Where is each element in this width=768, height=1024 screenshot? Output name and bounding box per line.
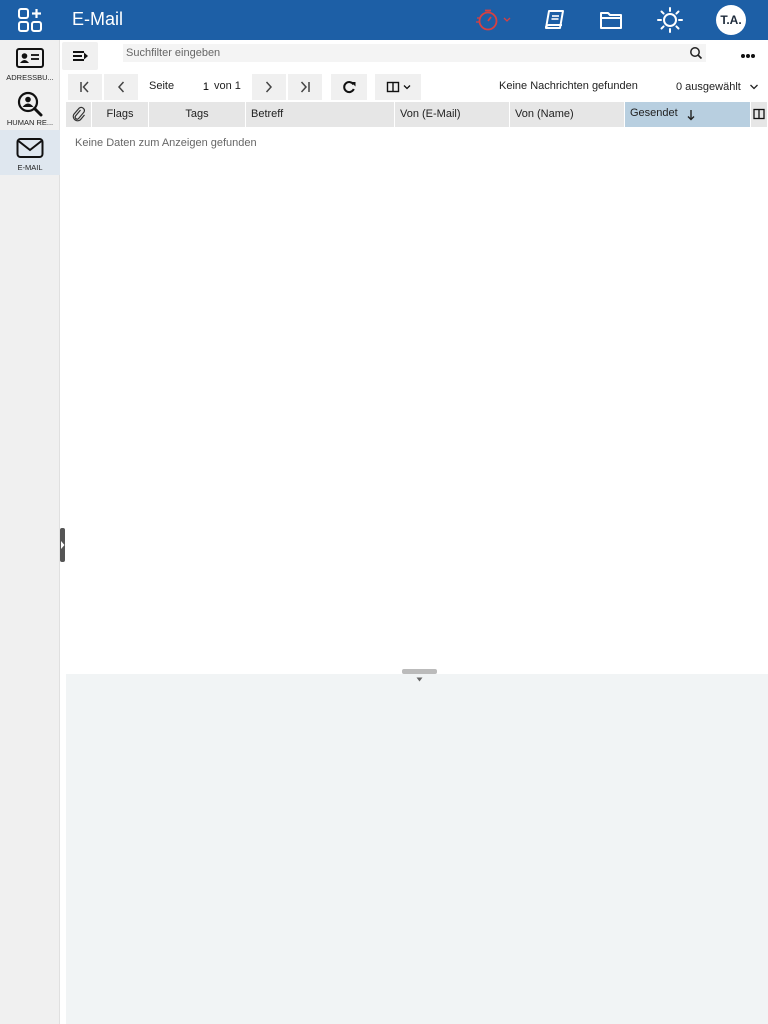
search-icon[interactable] [689, 46, 703, 60]
empty-message: Keine Daten zum Anzeigen gefunden [75, 137, 257, 149]
column-sent[interactable]: Gesendet [625, 102, 751, 127]
sidebar-item-label: E-MAIL [17, 163, 43, 172]
sidebar-item-addressbook[interactable]: ADRESSBU... [0, 40, 60, 85]
preview-resize-handle[interactable] [402, 669, 437, 682]
search-filter [123, 44, 706, 62]
caret-down-icon [416, 677, 423, 682]
sidebar-collapse-handle[interactable] [60, 528, 65, 562]
message-grid: Flags Tags Betreff Von (E-Mail) Von (Nam… [66, 102, 768, 674]
sort-descending-icon [687, 110, 695, 121]
column-chooser-button[interactable] [375, 74, 421, 100]
column-attachment[interactable] [66, 102, 92, 127]
app-header: E-Mail T.A. [0, 0, 768, 40]
column-from-email[interactable]: Von (E-Mail) [395, 102, 510, 127]
status-text: Keine Nachrichten gefunden [499, 80, 638, 92]
first-page-button[interactable] [68, 74, 102, 100]
sun-icon[interactable] [657, 7, 683, 33]
last-page-button[interactable] [288, 74, 322, 100]
column-subject[interactable]: Betreff [246, 102, 395, 127]
next-page-button[interactable] [252, 74, 286, 100]
page-number-input[interactable] [176, 78, 212, 96]
preview-pane [66, 674, 768, 1024]
column-sent-label: Gesendet [630, 107, 678, 119]
ellipsis-icon [741, 54, 755, 58]
last-page-icon [300, 81, 310, 93]
chevron-right-icon [265, 81, 273, 93]
column-picker[interactable] [751, 102, 768, 127]
sidebar: ADRESSBU... HUMAN RE... E-MAIL [0, 40, 60, 1024]
envelope-icon [16, 138, 44, 158]
chevron-left-icon [117, 81, 125, 93]
selection-dropdown[interactable]: 0 ausgewählt [648, 74, 766, 100]
column-from-name[interactable]: Von (Name) [510, 102, 625, 127]
sidebar-item-label: ADRESSBU... [6, 73, 54, 82]
timer-icon[interactable] [476, 7, 516, 33]
page-label: Seite [149, 80, 175, 92]
chevron-down-icon [750, 84, 758, 90]
sidebar-item-email[interactable]: E-MAIL [0, 130, 60, 175]
caret-right-icon [61, 541, 65, 549]
columns-icon [386, 81, 411, 93]
more-options-button[interactable] [730, 42, 766, 70]
list-arrow-icon [73, 51, 88, 61]
selection-count: 0 ausgewählt [676, 81, 741, 93]
refresh-button[interactable] [331, 74, 367, 100]
sidebar-item-human-resources[interactable]: HUMAN RE... [0, 85, 60, 130]
search-person-icon [17, 91, 43, 117]
search-input[interactable] [123, 44, 683, 62]
address-card-icon [16, 48, 44, 68]
grid-header: Flags Tags Betreff Von (E-Mail) Von (Nam… [66, 102, 768, 127]
columns-icon [753, 108, 765, 120]
toggle-folder-panel-button[interactable] [62, 42, 98, 70]
first-page-icon [80, 81, 89, 93]
previous-page-button[interactable] [104, 74, 138, 100]
apps-icon[interactable] [18, 8, 42, 32]
refresh-icon [343, 81, 356, 94]
folder-icon[interactable] [599, 8, 623, 32]
page-title: E-Mail [72, 9, 124, 29]
paperclip-icon [72, 106, 85, 122]
page-count-label: von 1 [214, 80, 241, 92]
column-tags[interactable]: Tags [149, 102, 246, 127]
column-flags[interactable]: Flags [92, 102, 149, 127]
sidebar-item-label: HUMAN RE... [6, 118, 54, 127]
book-icon[interactable] [543, 8, 567, 32]
avatar[interactable]: T.A. [716, 5, 746, 35]
